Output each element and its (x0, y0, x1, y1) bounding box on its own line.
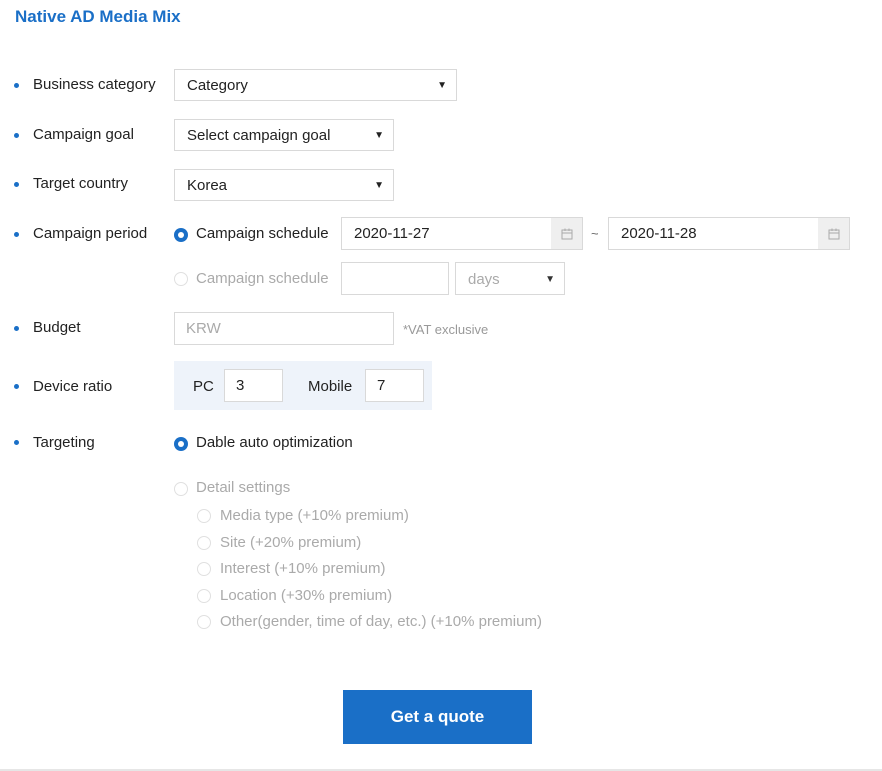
target-country-select[interactable]: Korea ▼ (174, 169, 394, 201)
targeting-interest-label: Interest (+10% premium) (220, 560, 386, 577)
campaign-goal-label: Campaign goal (33, 126, 134, 143)
calendar-icon[interactable] (818, 218, 849, 249)
budget-input[interactable]: KRW (174, 312, 394, 345)
targeting-auto-radio[interactable] (174, 437, 188, 451)
end-date-value: 2020-11-28 (621, 225, 697, 242)
bullet (14, 182, 19, 187)
targeting-location-radio[interactable] (197, 589, 211, 603)
start-date-value: 2020-11-27 (354, 225, 430, 242)
pc-ratio-input[interactable]: 3 (224, 369, 283, 402)
campaign-goal-value: Select campaign goal (187, 127, 331, 144)
caret-down-icon: ▼ (437, 80, 447, 91)
business-category-value: Category (187, 77, 248, 94)
targeting-site-label: Site (+20% premium) (220, 534, 362, 551)
get-quote-button[interactable]: Get a quote (343, 690, 532, 744)
bullet (14, 384, 19, 389)
caret-down-icon: ▼ (374, 130, 384, 141)
bullet (14, 440, 19, 445)
start-date-input[interactable]: 2020-11-27 (341, 217, 583, 250)
target-country-label: Target country (33, 175, 129, 192)
targeting-detail-label: Detail settings (196, 479, 291, 496)
bullet (14, 232, 19, 237)
business-category-select[interactable]: Category ▼ (174, 69, 457, 101)
targeting-label: Targeting (33, 434, 95, 451)
bullet (14, 326, 19, 331)
bullet (14, 133, 19, 138)
budget-placeholder: KRW (186, 320, 221, 337)
days-unit-value: days (468, 271, 500, 288)
end-date-input[interactable]: 2020-11-28 (608, 217, 850, 250)
period-schedule-label: Campaign schedule (196, 225, 329, 242)
bullet (14, 83, 19, 88)
targeting-interest-radio[interactable] (197, 562, 211, 576)
days-count-input[interactable] (341, 262, 449, 295)
vat-note: *VAT exclusive (403, 322, 489, 337)
targeting-auto-label: Dable auto optimization (196, 434, 353, 451)
mobile-ratio-input[interactable]: 7 (365, 369, 424, 402)
mobile-label: Mobile (308, 378, 353, 395)
device-ratio-label: Device ratio (33, 378, 113, 395)
calendar-icon[interactable] (551, 218, 582, 249)
period-days-radio[interactable] (174, 272, 188, 286)
days-unit-select[interactable]: days ▼ (455, 262, 565, 295)
date-separator: ~ (591, 226, 599, 241)
targeting-other-label: Other(gender, time of day, etc.) (+10% p… (220, 613, 542, 630)
page-title: Native AD Media Mix (15, 7, 181, 26)
period-days-label: Campaign schedule (196, 270, 329, 287)
targeting-site-radio[interactable] (197, 536, 211, 550)
targeting-media-type-label: Media type (+10% premium) (220, 507, 409, 524)
targeting-location-label: Location (+30% premium) (220, 587, 393, 604)
campaign-period-label: Campaign period (33, 225, 148, 242)
pc-label: PC (193, 378, 214, 395)
target-country-value: Korea (187, 177, 228, 194)
budget-label: Budget (33, 319, 81, 336)
targeting-media-type-radio[interactable] (197, 509, 211, 523)
caret-down-icon: ▼ (545, 274, 555, 285)
targeting-detail-radio[interactable] (174, 482, 188, 496)
campaign-goal-select[interactable]: Select campaign goal ▼ (174, 119, 394, 151)
business-category-label: Business category (33, 76, 156, 93)
caret-down-icon: ▼ (374, 180, 384, 191)
targeting-other-radio[interactable] (197, 615, 211, 629)
period-schedule-radio[interactable] (174, 228, 188, 242)
